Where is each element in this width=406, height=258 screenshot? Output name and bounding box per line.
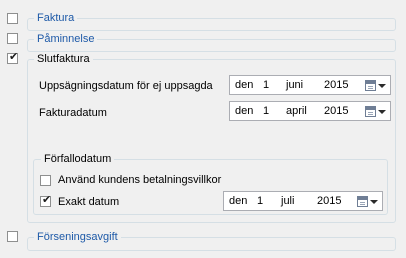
checkmark-icon: ✔ [9,50,19,63]
forseningsavgift-checkbox[interactable] [7,231,18,242]
fakturadatum-label: Fakturadatum [39,107,107,119]
date-month[interactable]: april [286,105,307,118]
exakt-datum-date-picker[interactable]: den 1 juli 2015 [223,191,383,211]
slutfaktura-checkbox[interactable]: ✔ [7,50,19,64]
fakturadatum-date-picker[interactable]: den 1 april 2015 [229,101,391,121]
calendar-icon[interactable] [357,196,368,207]
date-year[interactable]: 2015 [324,79,348,92]
chevron-down-icon[interactable] [378,84,386,88]
exakt-datum-label[interactable]: Exakt datum [58,196,119,209]
forfallodatum-label: Förfallodatum [41,153,115,165]
faktura-group [27,18,396,31]
forseningsavgift-label: Förseningsavgift [34,231,121,243]
exakt-datum-checkbox[interactable]: ✔ [40,193,52,207]
date-prefix: den [235,105,254,117]
date-day[interactable]: 1 [257,195,263,208]
betalningsvillkor-label[interactable]: Använd kundens betalningsvillkor [58,174,221,187]
paminnelse-label: Påminnelse [34,33,98,45]
date-month[interactable]: juli [281,195,294,208]
date-month[interactable]: juni [286,79,303,92]
faktura-label: Faktura [34,12,78,24]
betalningsvillkor-checkbox[interactable] [40,175,51,186]
slutfaktura-label: Slutfaktura [34,53,93,65]
uppsagning-date-picker[interactable]: den 1 juni 2015 [229,75,391,95]
checkmark-icon: ✔ [42,193,52,206]
calendar-icon[interactable] [365,80,376,91]
chevron-down-icon[interactable] [378,110,386,114]
faktura-checkbox[interactable] [7,13,18,24]
calendar-icon[interactable] [365,106,376,117]
date-prefix: den [235,79,254,91]
date-year[interactable]: 2015 [317,195,341,208]
chevron-down-icon[interactable] [370,200,378,204]
date-day[interactable]: 1 [263,79,269,92]
date-prefix: den [229,195,248,207]
uppsagning-label: Uppsägningsdatum för ej uppsagda [39,80,213,92]
paminnelse-checkbox[interactable] [7,33,18,44]
date-day[interactable]: 1 [263,105,269,118]
date-year[interactable]: 2015 [324,105,348,118]
